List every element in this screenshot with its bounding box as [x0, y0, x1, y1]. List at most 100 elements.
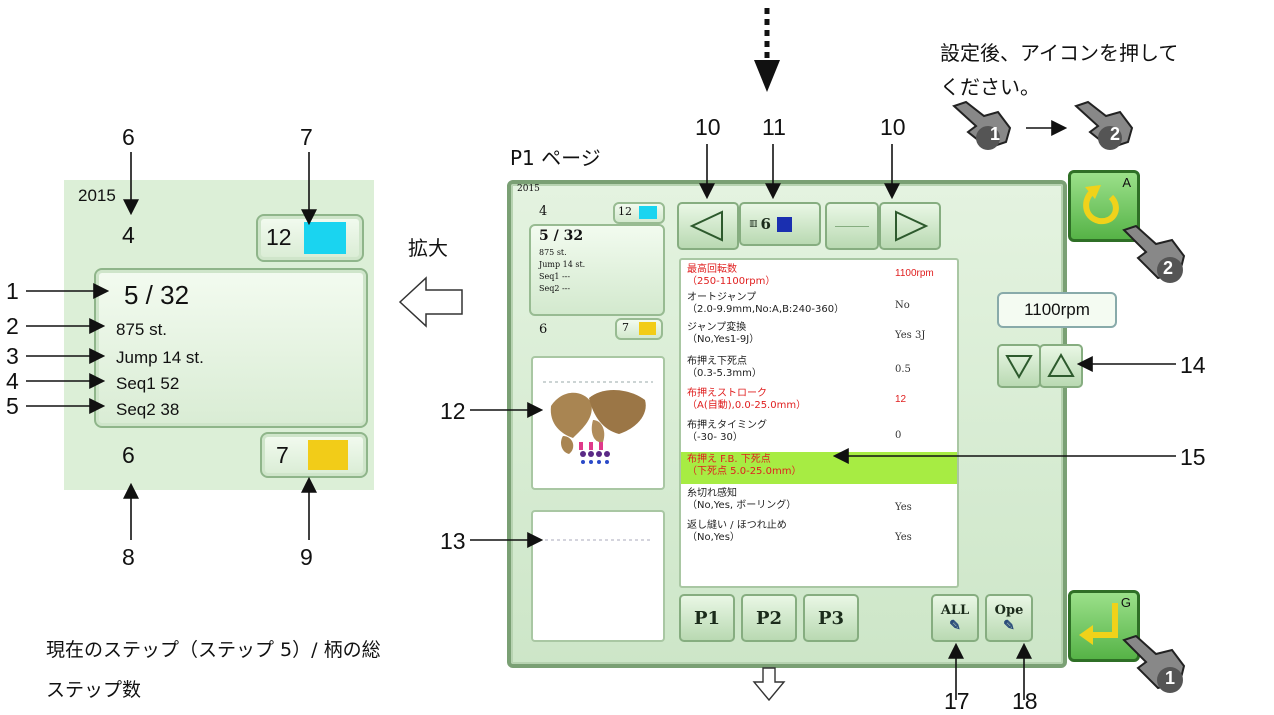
- enlarged-bottom-color-swatch: [308, 440, 348, 470]
- enlarged-year: 2015: [78, 186, 116, 205]
- decrease-button[interactable]: [997, 344, 1041, 388]
- tab-p3[interactable]: P3: [803, 594, 859, 642]
- enlarged-bottom-left-count: 6: [122, 442, 135, 468]
- small-top-color-swatch: [639, 206, 657, 219]
- small-info-box: 5 / 32 875 st. Jump 14 st. Seq1 --- Seq2…: [529, 224, 665, 316]
- enlarged-top-right-count: 12: [266, 224, 292, 250]
- enlarged-bottom-right-count: 7: [276, 442, 289, 468]
- enlarged-step: 5 / 32: [124, 280, 190, 310]
- param-presser-timing-name[interactable]: 布押えタイミング: [687, 420, 767, 432]
- callout-10-right: 10: [880, 114, 906, 140]
- callout-14: 14: [1180, 352, 1206, 378]
- param-presser-timing-value: 0: [895, 430, 902, 441]
- param-presser-fb-name[interactable]: 布押え F.B. 下死点: [687, 454, 771, 466]
- enlarged-top-color-swatch: [304, 222, 346, 254]
- needle-blank-button[interactable]: [825, 202, 879, 250]
- next-needle-button[interactable]: [879, 202, 941, 250]
- param-auto-jump-value: No: [895, 300, 910, 311]
- rpm-display: 1100rpm: [997, 292, 1117, 328]
- needle-number: 6: [760, 215, 771, 233]
- hand-press-a-icon: [1122, 224, 1186, 283]
- operation-screen: 2015 4 12 5 / 32 875 st. Jump 14 st. Seq…: [507, 180, 1117, 668]
- prev-needle-button[interactable]: [677, 202, 739, 250]
- step-preview[interactable]: [531, 510, 665, 642]
- hand-a-number: 2: [1163, 258, 1174, 278]
- expand-arrow-icon: [398, 276, 463, 328]
- small-bottom-left-count: 6: [539, 322, 548, 337]
- ope-button[interactable]: Ope ✎: [985, 594, 1033, 642]
- callout-15: 15: [1180, 444, 1206, 470]
- instruction-note: 設定後、アイコンを押して ください。: [940, 41, 1179, 99]
- hand-press-g-icon: [1122, 634, 1186, 693]
- callout-3: 3: [6, 343, 19, 369]
- pattern-preview[interactable]: [531, 356, 665, 490]
- triangle-left-icon: [689, 210, 723, 242]
- all-button[interactable]: ALL ✎: [931, 594, 979, 642]
- page-label: P1 ページ: [510, 146, 601, 170]
- enlarged-top-left-count: 4: [122, 222, 135, 248]
- callout-6: 6: [122, 124, 135, 150]
- ope-label: Ope: [994, 602, 1024, 618]
- param-thread-break-range: （No,Yes, ボーリング）: [687, 500, 797, 511]
- small-stitches: 875 st.: [539, 248, 567, 257]
- param-auto-jump-name[interactable]: オートジャンプ: [687, 292, 756, 304]
- callout-1: 1: [6, 278, 19, 304]
- hand-g-number: 1: [1165, 668, 1176, 688]
- small-step: 5 / 32: [539, 228, 584, 244]
- callout-11: 11: [762, 114, 786, 140]
- param-max-speed-name[interactable]: 最高回転数: [687, 264, 737, 276]
- callout-7: 7: [300, 124, 313, 150]
- param-backstitch-value: Yes: [895, 532, 912, 543]
- screen-year: 2015: [517, 184, 540, 194]
- small-bottom-right-count: 7: [622, 321, 629, 334]
- callout-10-left: 10: [695, 114, 721, 140]
- small-top-left-count: 4: [539, 204, 548, 219]
- param-jump-convert-range: （No,Yes1-9J）: [687, 334, 760, 345]
- param-backstitch-name[interactable]: 返し縫い / ほつれ止め: [687, 520, 787, 532]
- callout-8: 8: [122, 544, 135, 570]
- param-jump-convert-value: Yes 3J: [895, 330, 926, 341]
- all-pencil-icon: ✎: [949, 617, 961, 634]
- small-bottom-color-box: 7: [615, 318, 663, 340]
- increase-button[interactable]: [1039, 344, 1083, 388]
- param-jump-convert-name[interactable]: ジャンプ変換: [687, 322, 746, 334]
- hand-number-1: 1: [990, 124, 1001, 144]
- enlarged-info-box: 5 / 32 875 st. Jump 14 st. Seq1 52 Seq2 …: [94, 268, 368, 428]
- param-max-speed-value: 1100rpm: [895, 268, 934, 279]
- enlarged-seq2: Seq2 38: [116, 400, 180, 419]
- tab-p2[interactable]: P2: [741, 594, 797, 642]
- param-presser-stroke-name[interactable]: 布押えストローク: [687, 388, 767, 400]
- param-thread-break-name[interactable]: 糸切れ感知: [687, 488, 737, 500]
- all-label: ALL: [940, 602, 970, 618]
- tab-p1[interactable]: P1: [679, 594, 735, 642]
- param-presser-bottom-name[interactable]: 布押え下死点: [687, 356, 747, 368]
- needle-color-swatch: [776, 216, 792, 232]
- param-presser-timing-range: （-30- 30）: [687, 432, 743, 443]
- small-top-color-box: 12: [613, 202, 665, 224]
- ope-pencil-icon: ✎: [1003, 617, 1015, 634]
- param-auto-jump-range: （2.0-9.9mm,No:A,B:240-360）: [687, 304, 845, 315]
- small-top-right-count: 12: [618, 205, 632, 218]
- needle-color-button[interactable]: ▥ 6: [739, 202, 821, 246]
- callout-4: 4: [6, 368, 19, 394]
- enlarged-panel: 2015 4 12 5 / 32 875 st. Jump 14 st. Seq…: [64, 180, 374, 490]
- return-a-letter: A: [1122, 175, 1131, 190]
- param-max-speed-range: （250-1100rpm）: [687, 276, 776, 287]
- enlarged-bottom-color-box: 7: [260, 432, 368, 478]
- small-bottom-color-swatch: [639, 322, 656, 335]
- callout-13: 13: [440, 528, 466, 554]
- parameter-list: 最高回転数 （250-1100rpm） 1100rpm オートジャンプ （2.0…: [679, 258, 959, 588]
- hand-number-2: 2: [1110, 124, 1121, 144]
- enlarged-top-color-box: 12: [256, 214, 364, 262]
- callout-12: 12: [440, 398, 466, 424]
- param-presser-stroke-value: 12: [895, 394, 907, 405]
- needle-icon: ▥: [749, 219, 758, 229]
- bottom-note: 現在のステップ（ステップ 5）/ 柄の総 ステップ数: [46, 639, 381, 701]
- callout-2: 2: [6, 313, 19, 339]
- param-presser-stroke-range: （A(自動),0.0-25.0mm）: [687, 400, 807, 411]
- expand-label: 拡大: [408, 236, 448, 260]
- small-jump: Jump 14 st.: [539, 260, 586, 269]
- hand-press-1-icon: [952, 100, 1012, 150]
- world-map-pattern-icon: [543, 381, 653, 464]
- param-thread-break-value: Yes: [895, 502, 912, 513]
